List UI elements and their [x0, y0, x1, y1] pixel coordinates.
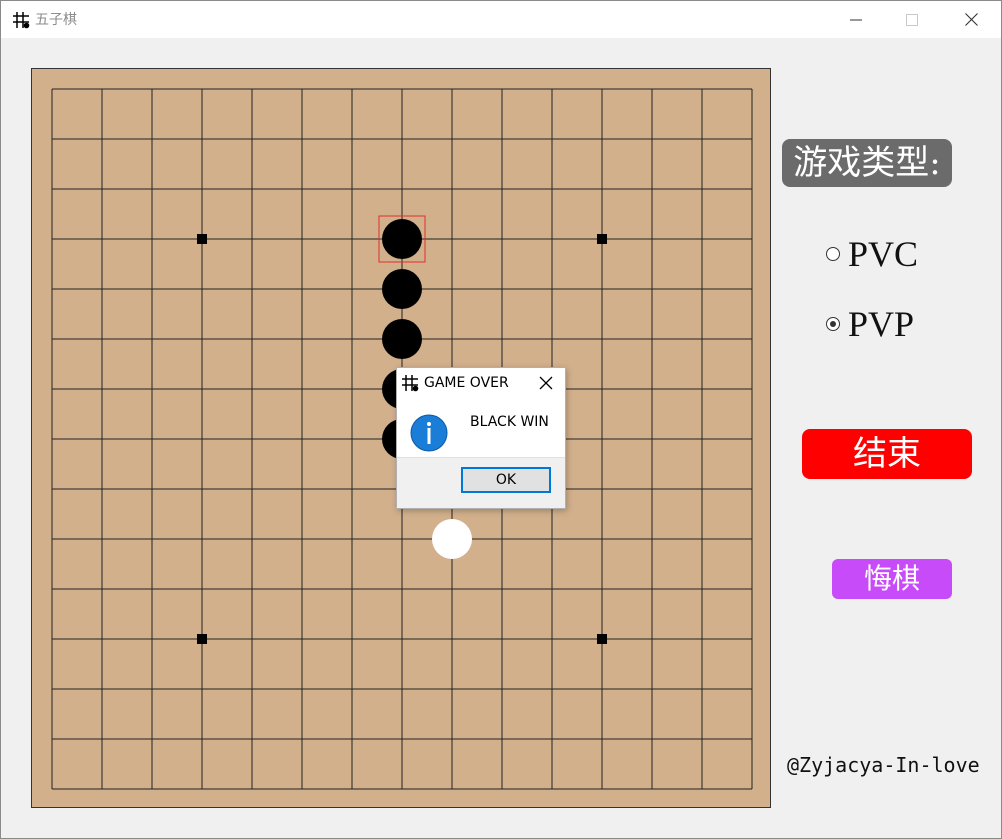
- info-icon: [410, 414, 448, 452]
- mode-option-pvc[interactable]: PVC: [826, 234, 918, 274]
- pvc-label: PVC: [848, 234, 919, 274]
- pvc-radio[interactable]: [826, 247, 840, 261]
- dialog-footer: OK: [397, 457, 565, 508]
- star-point: [197, 234, 207, 244]
- window-title: 五子棋: [35, 12, 77, 28]
- pvp-label: PVP: [848, 304, 915, 344]
- undo-move-button[interactable]: 悔棋: [832, 559, 952, 599]
- title-bar: 五子棋: [1, 1, 1001, 38]
- close-icon: [964, 13, 978, 26]
- app-icon: [13, 12, 30, 29]
- game-over-dialog: GAME OVER BLACK WIN OK: [396, 367, 566, 509]
- star-point: [597, 234, 607, 244]
- game-type-label: 游戏类型:: [782, 139, 952, 187]
- minimize-icon: [850, 19, 862, 20]
- pvp-radio[interactable]: [826, 317, 840, 331]
- maximize-button[interactable]: [882, 1, 942, 38]
- app-icon: [402, 375, 419, 392]
- mode-option-pvp[interactable]: PVP: [826, 304, 914, 344]
- black-stone: [382, 219, 422, 259]
- dialog-message: BLACK WIN: [470, 414, 549, 430]
- minimize-button[interactable]: [826, 1, 886, 38]
- dialog-title: GAME OVER: [424, 375, 509, 391]
- app-window: 五子棋 游戏类型: PVC PVP 结束 悔棋 @Zyjacya-In-love: [0, 0, 1002, 839]
- star-point: [197, 634, 207, 644]
- ok-button[interactable]: OK: [461, 467, 551, 493]
- black-stone: [382, 269, 422, 309]
- black-stone: [382, 319, 422, 359]
- white-stone: [432, 519, 472, 559]
- maximize-icon: [906, 13, 918, 26]
- close-button[interactable]: [941, 1, 1001, 38]
- author-credit: @Zyjacya-In-love: [787, 753, 980, 777]
- star-point: [597, 634, 607, 644]
- end-game-button[interactable]: 结束: [802, 429, 972, 479]
- dialog-close-icon[interactable]: [537, 374, 555, 392]
